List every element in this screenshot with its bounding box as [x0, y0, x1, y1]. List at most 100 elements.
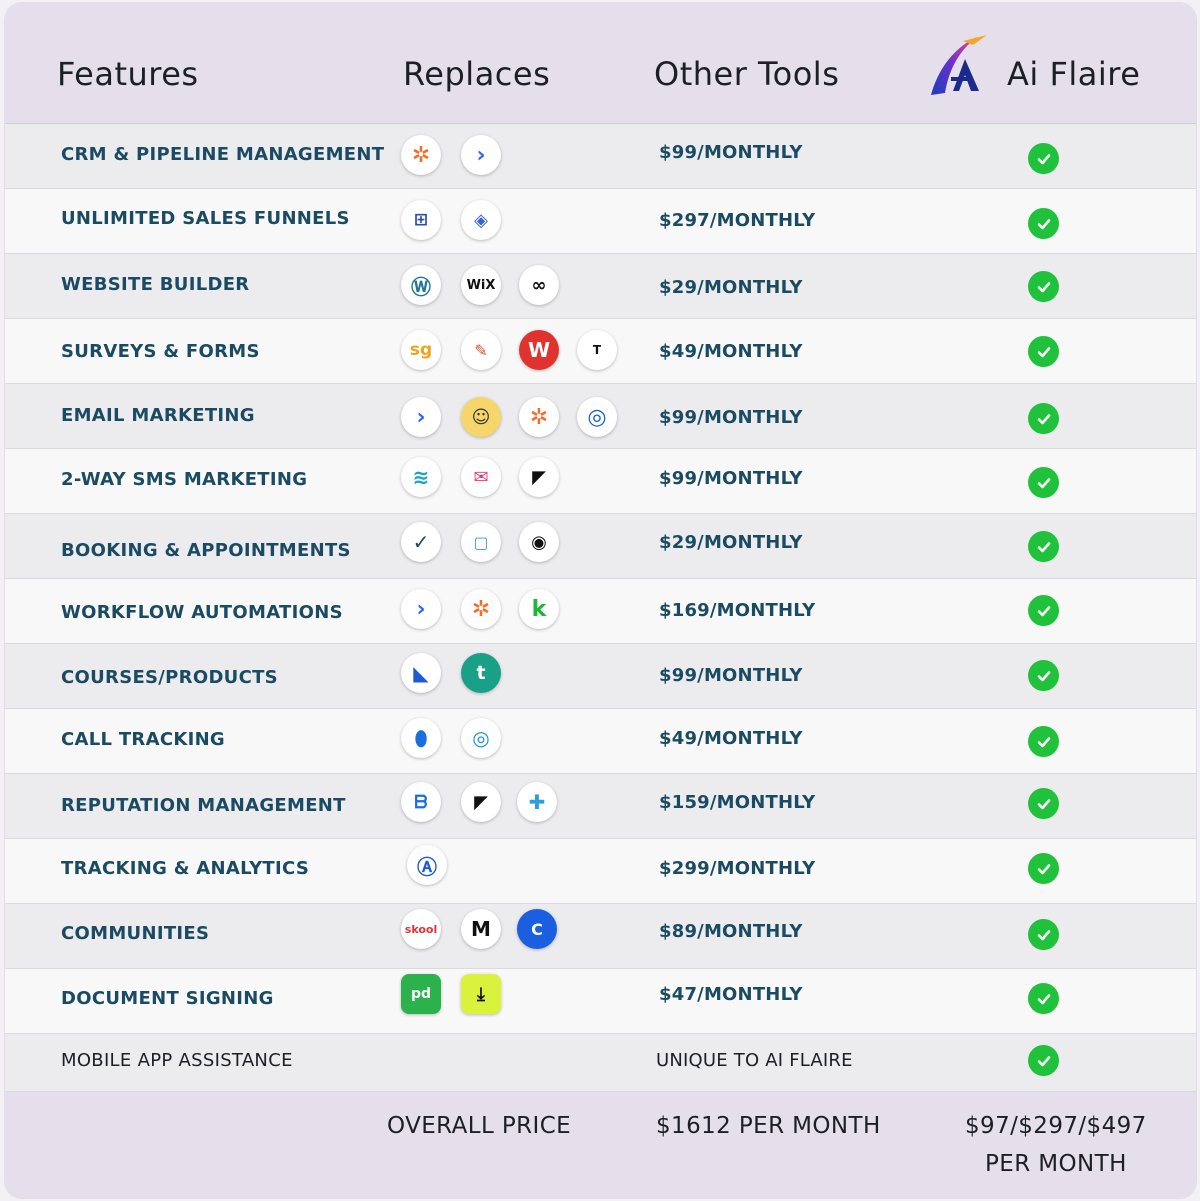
table-footer: OVERALL PRICE $1612 PER MONTH $97/$297/$…	[5, 1092, 1196, 1198]
feature-label: BOOKING & APPOINTMENTS	[61, 540, 351, 561]
sms-envelope-icon: ✉	[461, 457, 501, 497]
table-row: WORKFLOW AUTOMATIONS › ✲ k $169/MONTHLY	[5, 579, 1196, 644]
check-icon	[1028, 726, 1059, 757]
podium-icon: ◤	[519, 457, 559, 497]
other-tools-price: $89/MONTHLY	[659, 921, 803, 942]
check-icon	[1028, 595, 1059, 626]
check-icon	[1028, 467, 1059, 498]
constant-contact-icon: ◎	[577, 397, 617, 437]
feature-label: TRACKING & ANALYTICS	[61, 858, 310, 879]
other-tools-price: UNIQUE TO AI FLAIRE	[656, 1050, 853, 1071]
mailchimp-icon: ☺	[461, 397, 501, 437]
feature-label: SURVEYS & FORMS	[61, 341, 260, 362]
circle-icon: C	[517, 909, 557, 949]
check-icon	[1028, 1045, 1059, 1076]
calendar-icon: ▢	[461, 522, 501, 562]
table-header: Features Replaces Other Tools Ai Flaire	[5, 3, 1196, 124]
hubspot-icon: ✲	[401, 135, 441, 175]
ai-flaire-price: $97/$297/$497	[965, 1113, 1147, 1139]
table-row: COMMUNITIES skool M C $89/MONTHLY	[5, 904, 1196, 969]
ai-flaire-price-period: PER MONTH	[985, 1151, 1127, 1177]
table-row: WEBSITE BUILDER Ⓦ WiX ∞ $29/MONTHLY	[5, 254, 1196, 319]
features-header: Features	[57, 55, 199, 93]
surveygizmo-icon: sg	[401, 330, 441, 370]
table-row: EMAIL MARKETING › ☺ ✲ ◎ $99/MONTHLY	[5, 384, 1196, 449]
replaces-header: Replaces	[403, 55, 551, 93]
activecampaign-icon: ›	[461, 135, 501, 175]
other-tools-price: $159/MONTHLY	[659, 792, 816, 813]
pandadoc-icon: pd	[401, 974, 441, 1014]
other-tools-price: $99/MONTHLY	[659, 407, 803, 428]
feature-label: WEBSITE BUILDER	[61, 274, 250, 295]
other-tools-price: $99/MONTHLY	[659, 665, 803, 686]
check-icon	[1028, 531, 1059, 562]
check-icon	[1028, 853, 1059, 884]
calltracking-icon: ◎	[461, 718, 501, 758]
other-tools-price: $47/MONTHLY	[659, 984, 803, 1005]
activecampaign-icon: ›	[401, 589, 441, 629]
check-icon	[1028, 788, 1059, 819]
other-tools-price: $99/MONTHLY	[659, 142, 803, 163]
typeform-pen-icon: ✎	[461, 330, 501, 370]
activecampaign-icon: ›	[401, 397, 441, 437]
analytics-icon: Ⓐ	[407, 845, 447, 885]
comparison-table: Features Replaces Other Tools Ai Flaire …	[4, 2, 1197, 1199]
check-icon	[1028, 336, 1059, 367]
acuity-icon: ✓	[401, 522, 441, 562]
feature-label: COMMUNITIES	[61, 923, 210, 944]
check-icon	[1028, 660, 1059, 691]
feature-label: 2-WAY SMS MARKETING	[61, 469, 308, 490]
table-row: CRM & PIPELINE MANAGEMENT ✲ › $99/MONTHL…	[5, 124, 1196, 189]
feature-label: CALL TRACKING	[61, 729, 226, 750]
table-row: UNLIMITED SALES FUNNELS ⊞ ◈ $297/MONTHLY	[5, 189, 1196, 254]
ai-flaire-header: Ai Flaire	[1007, 55, 1141, 93]
feature-label: WORKFLOW AUTOMATIONS	[61, 602, 343, 623]
typeform-icon: T	[577, 330, 617, 370]
ai-flaire-logo-icon	[931, 35, 987, 95]
wordpress-icon: Ⓦ	[401, 265, 441, 305]
table-row: MOBILE APP ASSISTANCE UNIQUE TO AI FLAIR…	[5, 1034, 1196, 1092]
wufoo-icon: W	[519, 330, 559, 370]
table-row: DOCUMENT SIGNING pd ⤓ $47/MONTHLY	[5, 969, 1196, 1034]
table-row: SURVEYS & FORMS sg ✎ W T $49/MONTHLY	[5, 319, 1196, 384]
callrail-icon: ⬮	[401, 718, 441, 758]
wix-icon: WiX	[461, 265, 501, 305]
feature-label: MOBILE APP ASSISTANCE	[61, 1050, 293, 1071]
table-row: TRACKING & ANALYTICS Ⓐ $299/MONTHLY	[5, 839, 1196, 904]
other-tools-header: Other Tools	[654, 55, 840, 93]
leadpages-icon: ◈	[461, 200, 501, 240]
other-tools-price: $29/MONTHLY	[659, 532, 803, 553]
feature-label: REPUTATION MANAGEMENT	[61, 795, 346, 816]
clickfunnels-icon: ⊞	[401, 200, 441, 240]
feature-label: CRM & PIPELINE MANAGEMENT	[61, 144, 385, 165]
squarespace-icon: ∞	[519, 265, 559, 305]
keap-icon: k	[519, 589, 559, 629]
simpletexting-icon: ≋	[401, 457, 441, 497]
check-icon	[1028, 271, 1059, 302]
table-row: REPUTATION MANAGEMENT ᗷ ◤ ✚ $159/MONTHLY	[5, 774, 1196, 839]
reputation-icon: ✚	[517, 782, 557, 822]
check-icon	[1028, 983, 1059, 1014]
other-tools-price: $49/MONTHLY	[659, 341, 803, 362]
table-row: CALL TRACKING ⬮ ◎ $49/MONTHLY	[5, 709, 1196, 774]
check-icon	[1028, 403, 1059, 434]
feature-label: UNLIMITED SALES FUNNELS	[61, 208, 350, 229]
podium-icon: ◤	[461, 782, 501, 822]
other-tools-total: $1612 PER MONTH	[656, 1113, 881, 1139]
other-tools-price: $299/MONTHLY	[659, 858, 816, 879]
overall-price-label: OVERALL PRICE	[387, 1113, 572, 1139]
feature-label: COURSES/PRODUCTS	[61, 667, 278, 688]
check-icon	[1028, 143, 1059, 174]
teachable-icon: t	[461, 653, 501, 693]
docusign-icon: ⤓	[461, 974, 501, 1014]
table-row: 2-WAY SMS MARKETING ≋ ✉ ◤ $99/MONTHLY	[5, 449, 1196, 514]
other-tools-price: $99/MONTHLY	[659, 468, 803, 489]
table-row: BOOKING & APPOINTMENTS ✓ ▢ ◉ $29/MONTHLY	[5, 514, 1196, 579]
check-icon	[1028, 208, 1059, 239]
skool-icon: skool	[401, 909, 441, 949]
table-row: COURSES/PRODUCTS ◣ t $99/MONTHLY	[5, 644, 1196, 709]
other-tools-price: $169/MONTHLY	[659, 600, 816, 621]
scheduling-icon: ◉	[519, 522, 559, 562]
other-tools-price: $29/MONTHLY	[659, 277, 803, 298]
hubspot-icon: ✲	[519, 397, 559, 437]
